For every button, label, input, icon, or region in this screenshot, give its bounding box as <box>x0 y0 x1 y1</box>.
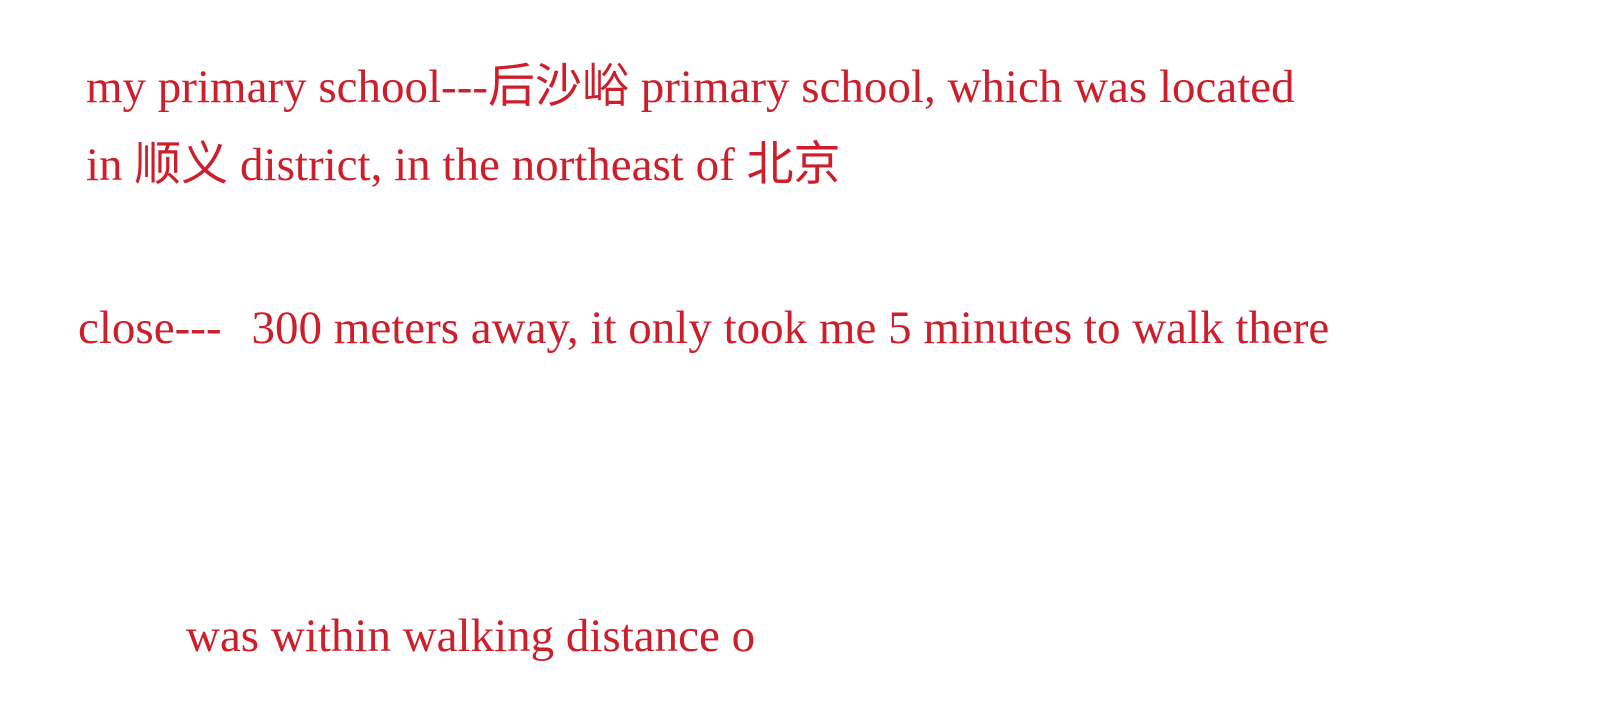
page: { "colors": { "text": "#cc1f2b", "backgr… <box>0 0 1600 718</box>
note-line-walking-distance: was within walking distance o <box>186 610 756 662</box>
close-description: 300 meters away, it only took me 5 minut… <box>251 302 1330 354</box>
note-line-close: close--- 300 meters away, it only took me… <box>78 305 1329 352</box>
note-line-district: in 顺义 district, in the northeast of 北京 <box>86 139 841 191</box>
note-line-school: my primary school---后沙峪 primary school, … <box>86 61 1295 113</box>
close-label: close--- <box>78 302 222 354</box>
